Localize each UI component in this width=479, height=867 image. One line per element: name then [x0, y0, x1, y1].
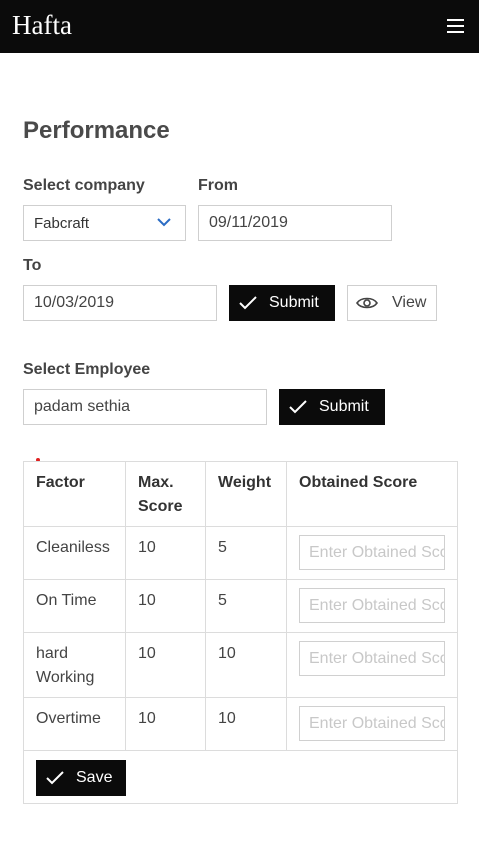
date-submit-label: Submit: [269, 294, 319, 311]
company-label: Select company: [23, 177, 145, 194]
row-factor: hard Working: [36, 645, 95, 686]
row-weight: 10: [218, 710, 236, 727]
obtained-score-placeholder: Enter Obtained Score: [309, 649, 444, 667]
row-max-score: 10: [138, 710, 156, 727]
header-factor: Factor: [36, 474, 85, 491]
save-button[interactable]: Save: [36, 760, 126, 796]
check-icon: [289, 400, 307, 414]
employee-submit-label: Submit: [319, 398, 369, 415]
row-weight: 5: [218, 539, 227, 556]
obtained-score-input[interactable]: Enter Obtained Score: [299, 706, 445, 741]
row-weight: 10: [218, 645, 236, 662]
obtained-score-input[interactable]: Enter Obtained Score: [299, 641, 445, 676]
from-date-input[interactable]: 09/11/2019: [198, 205, 392, 241]
save-label: Save: [76, 769, 113, 786]
view-button[interactable]: View: [347, 285, 437, 321]
eye-icon: [356, 297, 378, 309]
to-date-value: 10/03/2019: [34, 294, 115, 311]
date-submit-button[interactable]: Submit: [229, 285, 335, 321]
employee-submit-button[interactable]: Submit: [279, 389, 385, 425]
view-label: View: [392, 294, 427, 311]
obtained-score-placeholder: Enter Obtained Score: [309, 596, 444, 614]
employee-label: Select Employee: [23, 361, 151, 378]
row-weight: 5: [218, 592, 227, 609]
row-max-score: 10: [138, 592, 156, 609]
row-max-score: 10: [138, 539, 156, 556]
obtained-score-placeholder: Enter Obtained Score: [309, 714, 444, 732]
obtained-score-input[interactable]: Enter Obtained Score: [299, 535, 445, 570]
to-date-input[interactable]: 10/03/2019: [23, 285, 217, 321]
check-icon: [46, 771, 64, 785]
obtained-score-input[interactable]: Enter Obtained Score: [299, 588, 445, 623]
employee-value: padam sethia: [34, 398, 131, 415]
check-icon: [239, 296, 257, 310]
row-factor: On Time: [36, 592, 97, 609]
header-max-score: Max. Score: [138, 474, 183, 515]
row-max-score: 10: [138, 645, 156, 662]
row-factor: Cleaniless: [36, 539, 110, 556]
to-label: To: [23, 257, 42, 274]
obtained-score-placeholder: Enter Obtained Score: [309, 543, 444, 561]
header-weight: Weight: [218, 474, 272, 491]
row-factor: Overtime: [36, 710, 101, 727]
company-select[interactable]: Fabcraft: [23, 205, 186, 241]
hamburger-icon[interactable]: [447, 19, 464, 33]
from-date-value: 09/11/2019: [209, 214, 288, 231]
employee-input[interactable]: padam sethia: [23, 389, 267, 425]
company-select-value: Fabcraft: [34, 214, 90, 232]
header-obtained-score: Obtained Score: [299, 474, 418, 491]
from-label: From: [198, 177, 238, 194]
page-title: Performance: [23, 117, 170, 144]
brand-logo[interactable]: Hafta: [12, 8, 72, 42]
performance-table: Factor Max. Score Weight Obtained Score …: [23, 461, 458, 804]
top-navbar: Hafta: [0, 0, 479, 53]
chevron-down-icon: [157, 218, 171, 227]
